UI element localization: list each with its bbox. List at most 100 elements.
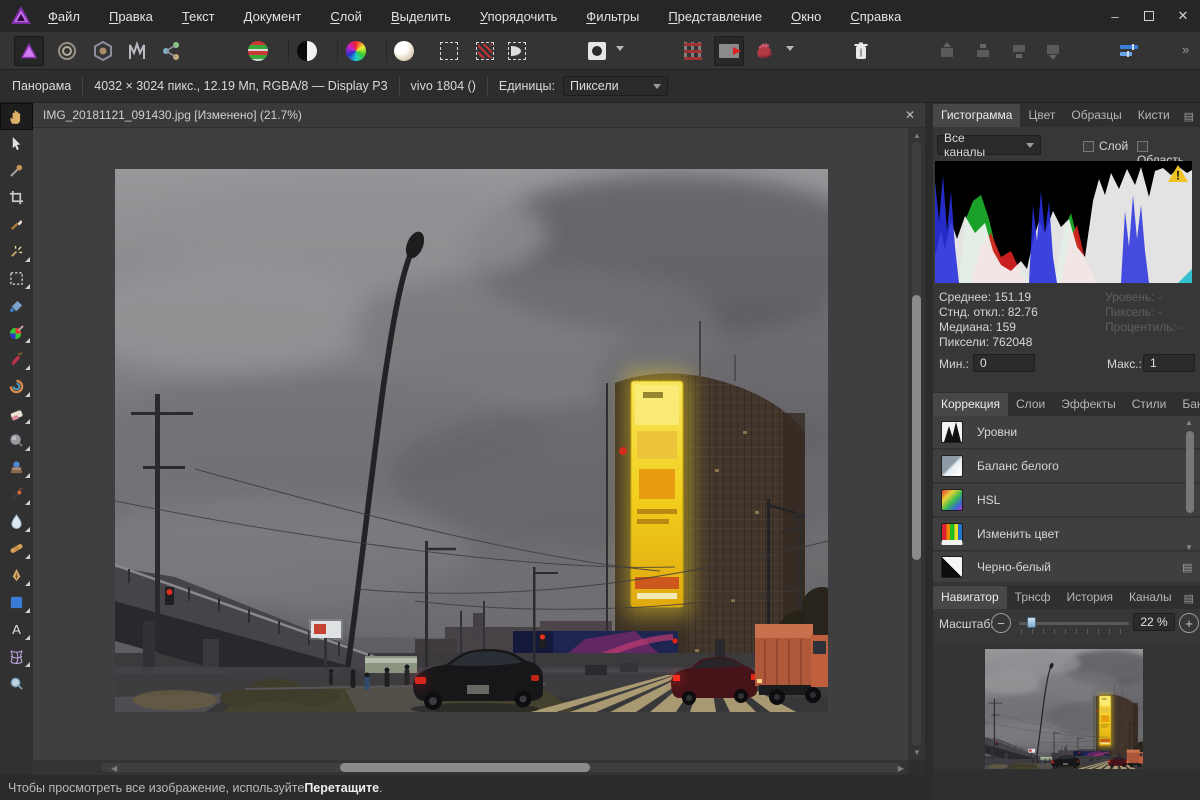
menu-window[interactable]: Окно bbox=[789, 7, 823, 26]
document-tab-close-icon[interactable]: ✕ bbox=[905, 108, 915, 122]
zoom-out-button[interactable]: − bbox=[991, 613, 1011, 633]
panel-menu-icon[interactable]: ▤ bbox=[1184, 592, 1194, 605]
selection-brush-tool[interactable] bbox=[0, 211, 33, 238]
scroll-up-icon[interactable]: ▲ bbox=[913, 131, 921, 140]
tab-navigator[interactable]: Навигатор bbox=[933, 586, 1007, 609]
tab-transform[interactable]: Трнсф bbox=[1007, 586, 1059, 609]
navigator-viewport[interactable] bbox=[933, 645, 1200, 770]
scroll-down-icon[interactable]: ▼ bbox=[913, 748, 921, 757]
adjustments-scroll-thumb[interactable] bbox=[1186, 431, 1194, 513]
adjustment-white-balance[interactable]: Баланс белого bbox=[933, 450, 1200, 483]
quick-mask-button[interactable] bbox=[582, 36, 612, 66]
menu-view[interactable]: Представление bbox=[666, 7, 764, 26]
tab-brushes[interactable]: Кисти bbox=[1130, 104, 1178, 127]
menu-edit[interactable]: Правка bbox=[107, 7, 155, 26]
adjustment-recolour[interactable]: Изменить цвет bbox=[933, 518, 1200, 551]
move-tool[interactable] bbox=[0, 130, 33, 157]
toolbar-overflow-button[interactable]: » bbox=[1182, 42, 1189, 57]
mesh-warp-tool[interactable] bbox=[0, 643, 33, 670]
canvas-area[interactable] bbox=[33, 128, 908, 760]
zoom-tool[interactable] bbox=[0, 670, 33, 697]
zoom-slider-thumb[interactable] bbox=[1027, 617, 1036, 628]
tab-colour[interactable]: Цвет bbox=[1020, 104, 1063, 127]
adjustments-panel-menu-icon[interactable]: ▤ bbox=[1182, 561, 1192, 574]
blur-tool[interactable] bbox=[0, 427, 33, 454]
vertical-scroll-thumb[interactable] bbox=[912, 295, 921, 560]
crop-tool[interactable] bbox=[0, 184, 33, 211]
text-tool[interactable]: A bbox=[0, 616, 33, 643]
panel-menu-icon[interactable]: ▤ bbox=[1184, 110, 1194, 123]
adjustments-scroll-down-icon[interactable]: ▼ bbox=[1185, 543, 1193, 552]
menu-document[interactable]: Документ bbox=[242, 7, 304, 26]
window-minimize-button[interactable]: – bbox=[1098, 0, 1132, 32]
adjustment-hsl[interactable]: HSL bbox=[933, 484, 1200, 517]
colour-picker-tool[interactable] bbox=[0, 157, 33, 184]
new-selection-button[interactable] bbox=[434, 36, 464, 66]
tab-styles[interactable]: Стили bbox=[1124, 393, 1175, 416]
menu-help[interactable]: Справка bbox=[848, 7, 903, 26]
scroll-right-icon[interactable]: ▶ bbox=[898, 764, 904, 773]
adjustments-scroll-up-icon[interactable]: ▲ bbox=[1185, 418, 1193, 427]
tab-histogram[interactable]: Гистограмма bbox=[933, 104, 1020, 127]
snapping-toggle[interactable] bbox=[714, 36, 744, 66]
flood-select-tool[interactable] bbox=[0, 238, 33, 265]
tab-channels[interactable]: Каналы bbox=[1121, 586, 1180, 609]
erase-tool[interactable] bbox=[0, 400, 33, 427]
develop-persona-button[interactable] bbox=[88, 36, 118, 66]
min-input[interactable]: 0 bbox=[973, 354, 1035, 372]
photo-persona-button[interactable] bbox=[14, 36, 44, 66]
pixel-grid-toggle[interactable] bbox=[678, 36, 708, 66]
flood-fill-tool[interactable] bbox=[0, 292, 33, 319]
units-dropdown[interactable]: Пиксели bbox=[563, 76, 668, 96]
menu-layer[interactable]: Слой bbox=[328, 7, 364, 26]
menu-select[interactable]: Выделить bbox=[389, 7, 453, 26]
menu-text[interactable]: Текст bbox=[180, 7, 217, 26]
tab-stock[interactable]: Банк bbox=[1174, 393, 1200, 416]
marquee-tool[interactable] bbox=[0, 265, 33, 292]
tab-swatches[interactable]: Образцы bbox=[1063, 104, 1129, 127]
export-persona-button[interactable] bbox=[156, 36, 186, 66]
assistant-button[interactable] bbox=[750, 36, 780, 66]
auto-contrast-button[interactable] bbox=[292, 36, 322, 66]
clone-tool[interactable] bbox=[0, 454, 33, 481]
scroll-left-icon[interactable]: ◀ bbox=[111, 764, 117, 773]
horizontal-scroll-thumb[interactable] bbox=[340, 763, 590, 772]
tab-adjustment[interactable]: Коррекция bbox=[933, 393, 1008, 416]
subtract-selection-button[interactable] bbox=[470, 36, 500, 66]
document-tab[interactable]: IMG_20181121_091430.jpg [Изменено] (21.7… bbox=[33, 103, 925, 128]
channels-dropdown[interactable]: Все каналы bbox=[937, 135, 1041, 155]
auto-white-balance-button[interactable] bbox=[389, 36, 419, 66]
auto-colour-button[interactable] bbox=[341, 36, 371, 66]
adjustment-black-white[interactable]: Черно-белый bbox=[933, 552, 1200, 583]
overlay-paint-tool[interactable] bbox=[0, 346, 33, 373]
soften-tool[interactable] bbox=[0, 508, 33, 535]
tab-effects[interactable]: Эффекты bbox=[1053, 393, 1124, 416]
view-tool[interactable] bbox=[0, 103, 33, 130]
auto-levels-button[interactable] bbox=[243, 36, 273, 66]
window-close-button[interactable]: ✕ bbox=[1166, 0, 1200, 32]
zoom-in-button[interactable]: + bbox=[1179, 613, 1199, 633]
intersect-selection-button[interactable] bbox=[502, 36, 532, 66]
tab-layers[interactable]: Слои bbox=[1008, 393, 1053, 416]
photo-document[interactable] bbox=[115, 169, 828, 712]
menu-arrange[interactable]: Упорядочить bbox=[478, 7, 559, 26]
liquify-persona-button[interactable] bbox=[52, 36, 82, 66]
max-input[interactable]: 1 bbox=[1143, 354, 1195, 372]
quick-mask-dropdown[interactable] bbox=[616, 46, 624, 51]
assistant-dropdown[interactable] bbox=[786, 46, 794, 51]
insert-behaviour-button[interactable] bbox=[1114, 36, 1144, 66]
pen-tool[interactable] bbox=[0, 562, 33, 589]
paint-brush-tool[interactable] bbox=[0, 319, 33, 346]
menu-file[interactable]: Файл bbox=[46, 7, 82, 26]
delete-button[interactable] bbox=[846, 36, 876, 66]
panel-divider[interactable] bbox=[925, 103, 933, 800]
healing-tool[interactable] bbox=[0, 535, 33, 562]
zoom-value-field[interactable]: 22 % bbox=[1133, 613, 1175, 631]
tab-history[interactable]: История bbox=[1059, 586, 1122, 609]
smudge-tool[interactable] bbox=[0, 373, 33, 400]
adjustment-levels[interactable]: Уровни bbox=[933, 416, 1200, 449]
menu-filters[interactable]: Фильтры bbox=[584, 7, 641, 26]
layer-checkbox[interactable]: Слой bbox=[1083, 139, 1128, 153]
navigator-thumbnail[interactable] bbox=[985, 649, 1143, 769]
histogram-chart[interactable]: ! bbox=[935, 161, 1192, 283]
